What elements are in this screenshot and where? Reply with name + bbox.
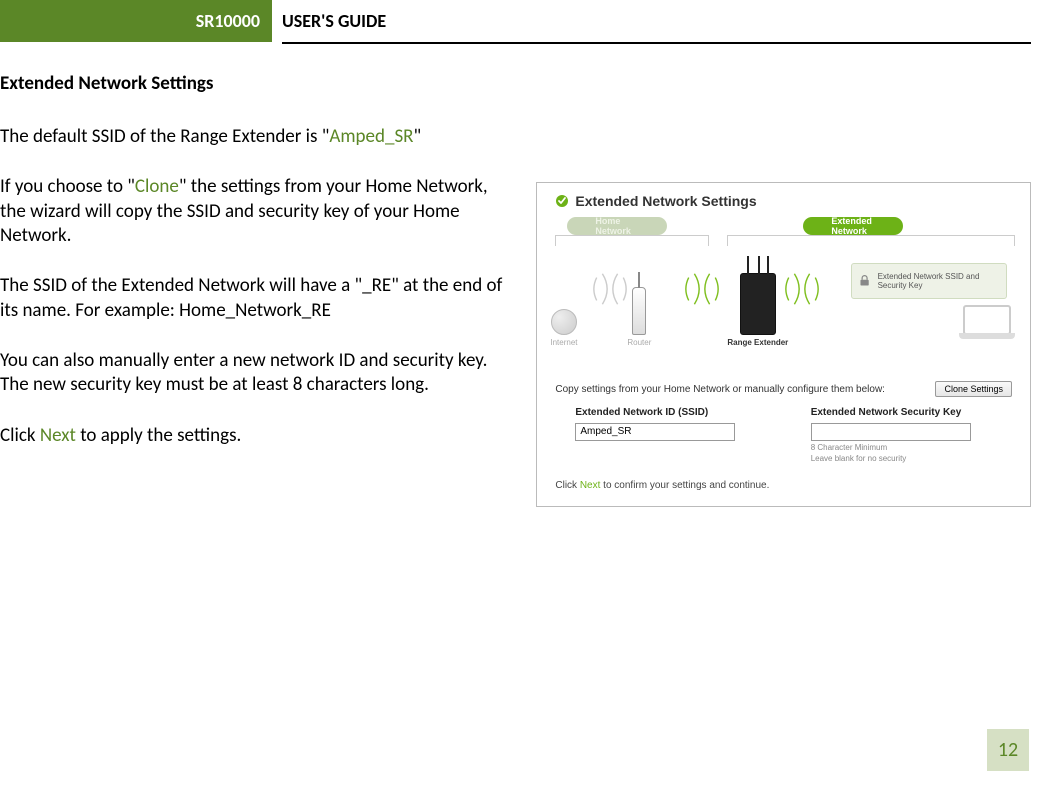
device-laptop [963,305,1011,335]
paragraph-2: If you choose to "Clone" the settings fr… [0,175,516,248]
ext-ssid-key-box: Extended Network SSID and Security Key [851,263,1007,299]
header-rule [282,42,1031,44]
text-column: Extended Network Settings The default SS… [0,72,516,507]
clone-settings-button[interactable]: Clone Settings [935,381,1012,397]
fields-row: Extended Network ID (SSID) Extended Netw… [537,403,1030,474]
screenshot-title-row: Extended Network Settings [537,183,1030,213]
signal-waves-icon [683,273,721,305]
globe-icon [551,309,577,335]
page-number: 12 [987,729,1029,771]
device-extender-label: Range Extender [727,338,788,347]
content-row: Extended Network Settings The default SS… [0,72,1041,507]
embedded-screenshot: Extended Network Settings Home Network E… [536,182,1031,507]
signal-waves-icon [591,273,629,305]
key-hint-1: 8 Character Minimum [811,443,1012,453]
device-internet: Internet [550,309,577,347]
laptop-icon [963,305,1011,335]
extended-network-badge: Extended Network [803,217,903,235]
key-hint-2: Leave blank for no security [811,454,1012,464]
key-field-label: Extended Network Security Key [811,407,1012,418]
bracket-home [555,235,709,245]
router-icon [632,287,646,335]
p1-a: The default SSID of the Range Extender i… [0,125,329,148]
copy-row: Copy settings from your Home Network or … [537,373,1030,403]
paragraph-4: You can also manually enter a new networ… [0,349,516,398]
screenshot-column: Extended Network Settings Home Network E… [536,72,1031,507]
ext-box-label: Extended Network SSID and Security Key [878,272,1001,290]
header-model-badge: SR10000 [0,0,272,42]
page-header: SR10000 USER'S GUIDE [0,0,1041,42]
network-diagram: Home Network Extended Network E [555,215,1012,365]
p5-b: to apply the settings. [76,424,241,447]
check-icon [555,194,569,208]
lock-icon [858,273,871,289]
screenshot-title: Extended Network Settings [575,193,756,209]
footer-b: to confirm your settings and continue. [600,480,769,491]
p5-next-link: Next [40,424,76,447]
home-network-badge: Home Network [567,217,667,235]
device-extender: Range Extender [727,273,788,347]
header-model: SR10000 [196,10,260,32]
footer-a: Click [555,480,579,491]
ssid-field-label: Extended Network ID (SSID) [575,407,776,418]
p2-clone-link: Clone [135,175,179,198]
bracket-ext [727,235,1015,245]
header-title: USER'S GUIDE [282,0,386,42]
key-input[interactable] [811,423,971,441]
p5-a: Click [0,424,40,447]
p1-b: " [414,125,422,148]
paragraph-3: The SSID of the Extended Network will ha… [0,274,516,323]
paragraph-5: Click Next to apply the settings. [0,424,516,448]
extender-icon [740,273,776,335]
signal-waves-icon [783,273,821,305]
copy-text: Copy settings from your Home Network or … [555,384,885,395]
screenshot-footer: Click Next to confirm your settings and … [537,474,1030,497]
ssid-input[interactable] [575,423,735,441]
section-heading: Extended Network Settings [0,72,516,95]
footer-next: Next [580,480,601,491]
paragraph-1: The default SSID of the Range Extender i… [0,125,516,149]
ssid-field-block: Extended Network ID (SSID) [575,407,776,464]
device-router: Router [627,287,651,347]
p1-ssid: Amped_SR [329,125,413,148]
p2-a: If you choose to " [0,175,135,198]
key-field-block: Extended Network Security Key 8 Characte… [811,407,1012,464]
device-router-label: Router [627,338,651,347]
device-internet-label: Internet [550,338,577,347]
